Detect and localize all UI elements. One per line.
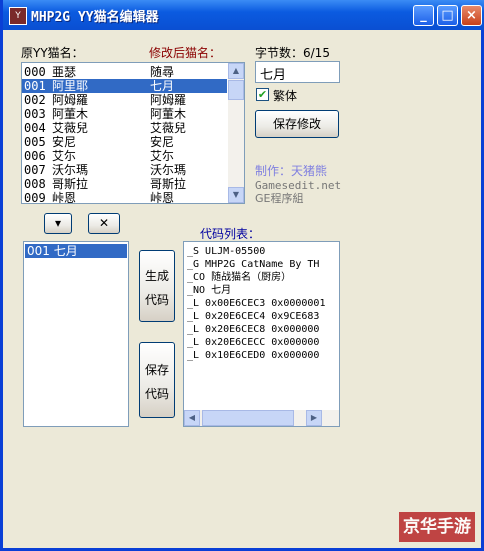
list-item[interactable]: 009 峠恩 峠恩 — [22, 191, 227, 204]
app-icon[interactable]: Y — [9, 7, 27, 25]
modified-name: 哥斯拉 — [150, 177, 187, 191]
original-name: 艾薇兒 — [52, 121, 89, 135]
window-title: MHP2G YY猫名编辑器 — [31, 10, 159, 25]
generate-line2: 代码 — [144, 293, 169, 307]
maximize-button[interactable]: □ — [437, 5, 458, 26]
name-id: 004 — [24, 121, 46, 135]
list-item[interactable]: 006 艾尓 艾尓 — [22, 149, 227, 163]
name-id: 006 — [24, 149, 46, 163]
modified-name: 阿董木 — [150, 107, 187, 121]
original-name-label: 原YY猫名： — [21, 46, 84, 60]
list-item[interactable]: 005 安尼 安尼 — [22, 135, 227, 149]
scroll-up-arrow-icon[interactable]: ▲ — [228, 63, 244, 79]
traditional-label: 繁体 — [273, 89, 298, 103]
code-line: _CO 随战猫名（厨房） — [187, 272, 292, 283]
name-id: 000 — [24, 65, 46, 79]
list-item[interactable]: 004 艾薇兒 艾薇兒 — [22, 121, 227, 135]
selected-name-list[interactable]: 001 七月 — [23, 241, 129, 427]
list-item[interactable]: 007 沃尓瑪 沃尓瑪 — [22, 163, 227, 177]
code-list-hscrollbar[interactable]: ◀ ▶ — [184, 410, 339, 426]
name-id: 003 — [24, 107, 46, 121]
code-line: _L 0x20E6CEC8 0x000000 — [187, 324, 320, 335]
code-line: _L 0x00E6CEC3 0x0000001 — [187, 298, 326, 309]
modified-name-label: 修改后猫名： — [149, 46, 222, 60]
title-bar[interactable]: Y MHP2G YY猫名编辑器 _ □ × — [3, 0, 484, 30]
generate-line1: 生成 — [144, 269, 169, 283]
modified-name: 艾薇兒 — [150, 121, 187, 135]
code-list-label: 代码列表： — [200, 227, 261, 241]
original-name: 峠恩 — [52, 191, 77, 204]
app-window: Y MHP2G YY猫名编辑器 _ □ × 原YY猫名： 修改后猫名： 000 亜… — [0, 0, 484, 551]
watermark-logo: 京华手游 — [399, 512, 475, 542]
scroll-right-arrow-icon[interactable]: ▶ — [306, 410, 322, 426]
original-name: 安尼 — [52, 135, 77, 149]
name-id: 001 — [24, 79, 46, 93]
original-name: 阿里耶 — [52, 79, 89, 93]
delete-button[interactable]: ✕ — [88, 213, 120, 234]
list-item[interactable]: 002 阿姆羅 阿姆羅 — [22, 93, 227, 107]
original-name: 阿姆羅 — [52, 93, 89, 107]
scroll-down-arrow-icon[interactable]: ▼ — [228, 187, 244, 203]
cat-name-input[interactable]: 七月 — [255, 61, 340, 83]
close-button[interactable]: × — [461, 5, 482, 26]
name-id: 008 — [24, 177, 46, 191]
dropdown-button[interactable]: ▾ — [44, 213, 72, 234]
code-line: _L 0x10E6CED0 0x000000 — [187, 350, 320, 361]
modified-name: 沃尓瑪 — [150, 163, 187, 177]
name-id: 007 — [24, 163, 46, 177]
save-code-line2: 代码 — [144, 387, 169, 401]
save-code-line1: 保存 — [144, 363, 169, 377]
code-line: _S ULJM-05500 — [187, 246, 266, 257]
name-id: 009 — [24, 191, 46, 204]
selected-item-label: 001 七月 — [27, 244, 78, 258]
maker-credit: 制作：天猪熊 — [255, 164, 328, 178]
list-item[interactable]: 008 哥斯拉 哥斯拉 — [22, 177, 227, 191]
code-list[interactable]: _S ULJM-05500 _G MHP2G CatName By TH _CO 随… — [183, 241, 340, 427]
code-line: _NO 七月 — [187, 285, 232, 296]
name-list-scrollbar[interactable]: ▲ ▼ — [228, 63, 244, 203]
byte-count-label: 字节数：6/15 — [255, 46, 330, 60]
list-item[interactable]: 001 七月 — [25, 244, 127, 258]
code-hscroll-thumb[interactable] — [202, 410, 294, 426]
name-id: 002 — [24, 93, 46, 107]
scroll-thumb[interactable] — [228, 80, 244, 100]
original-name: 艾尓 — [52, 149, 77, 163]
list-item[interactable]: 000 亜瑟 随尋 — [22, 65, 227, 79]
code-line: _L 0x20E6CECC 0x000000 — [187, 337, 320, 348]
minimize-button[interactable]: _ — [413, 5, 434, 26]
traditional-checkbox[interactable]: ✔ — [256, 88, 269, 101]
modified-name: 安尼 — [150, 135, 175, 149]
original-name: 哥斯拉 — [52, 177, 89, 191]
code-line: _L 0x20E6CEC4 0x9CE683 — [187, 311, 320, 322]
scroll-left-arrow-icon[interactable]: ◀ — [184, 410, 200, 426]
group-credit: GE程序組 — [255, 192, 304, 205]
modified-name: 阿姆羅 — [150, 93, 187, 107]
list-item[interactable]: 003 阿董木 阿董木 — [22, 107, 227, 121]
code-line: _G MHP2G CatName By TH — [187, 259, 320, 270]
generate-code-button[interactable]: 生成 代码 — [139, 250, 175, 322]
modified-name: 艾尓 — [150, 149, 175, 163]
original-name: 沃尓瑪 — [52, 163, 89, 177]
original-name: 阿董木 — [52, 107, 89, 121]
modified-name: 随尋 — [150, 65, 175, 79]
name-id: 005 — [24, 135, 46, 149]
modified-name: 七月 — [150, 79, 175, 93]
save-code-button[interactable]: 保存 代码 — [139, 342, 175, 418]
save-change-button[interactable]: 保存修改 — [255, 110, 339, 138]
list-item[interactable]: 001 阿里耶 七月 — [22, 79, 227, 93]
modified-name: 峠恩 — [150, 191, 175, 204]
cat-name-list[interactable]: 000 亜瑟 随尋 001 阿里耶 七月 002 阿姆羅 阿姆羅 003 阿董木 阿董木 004 艾薇兒艾… — [21, 62, 245, 204]
original-name: 亜瑟 — [52, 65, 77, 79]
